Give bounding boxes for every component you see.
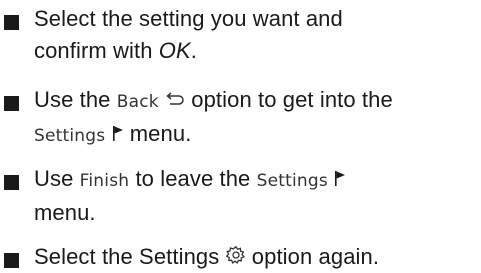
item-text: Select the setting you want and confirm … [34,3,479,67]
text-segment: Select the Settings [34,244,226,269]
finish-option-label: Finish [79,171,130,191]
text-segment: Use [34,166,80,191]
item-line: Use the Back option to get into the [34,84,479,118]
gear-icon [225,245,246,265]
back-option-label: Back [116,92,159,112]
text-segment: Select the setting you want and [34,6,343,31]
item-line: Use Finish to leave the Settings [34,163,479,197]
text-segment: to leave the [129,166,257,191]
back-arrow-icon [165,92,185,108]
flag-icon [112,125,124,142]
item-text: Select the Settings option again. [34,241,479,273]
text-segment: option to get into the [185,87,393,112]
bullet-square-icon [4,96,19,111]
bullet-square-icon [4,175,19,190]
flag-icon [334,170,346,187]
item-line: confirm with OK. [34,35,479,67]
item-line: Settings menu. [34,118,479,152]
item-line: Select the Settings option again. [34,241,479,273]
settings-menu-label: Settings [256,171,328,191]
bullet-square-icon [4,15,19,30]
text-segment: . [190,38,197,63]
text-segment: confirm with [34,38,159,63]
item-line: Select the setting you want and [34,3,479,35]
item-text: Use the Back option to get into the Sett… [34,84,479,152]
settings-menu-label: Settings [34,126,106,146]
item-text: Use Finish to leave the Settings menu. [34,163,479,229]
text-segment: Use the [34,87,117,112]
text-segment: menu. [123,121,192,146]
bullet-square-icon [4,253,19,268]
item-line: menu. [34,197,479,229]
ok-keyword: OK [158,38,191,63]
text-segment: option again. [245,244,380,269]
text-segment: menu. [34,200,96,225]
